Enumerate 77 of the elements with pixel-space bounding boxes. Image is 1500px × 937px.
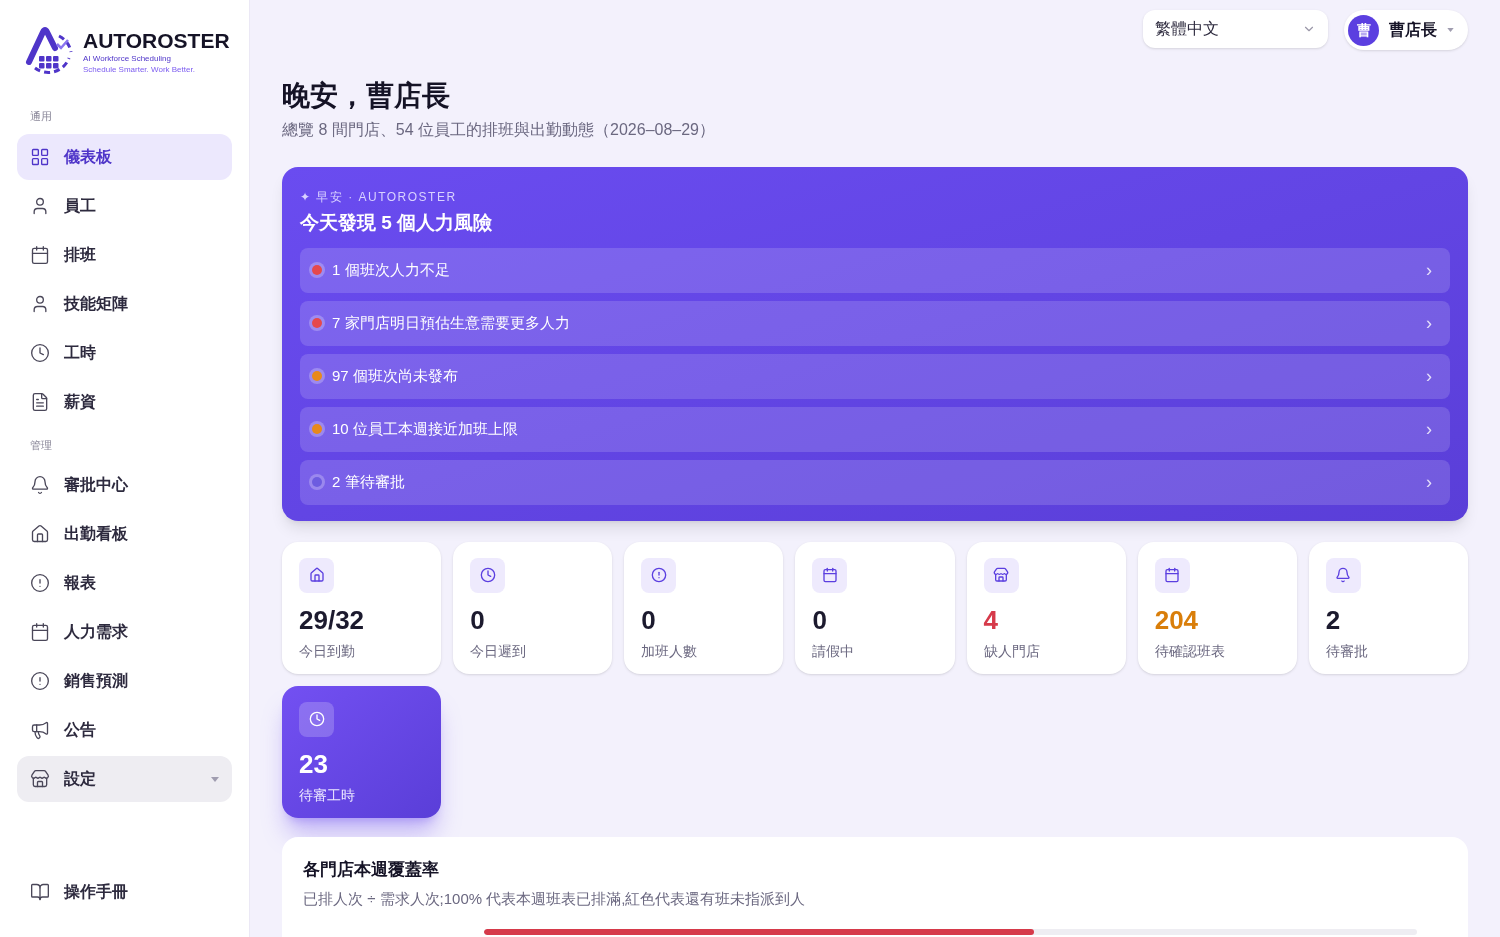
nav-item[interactable]: 審批中心 bbox=[17, 462, 232, 508]
nav-item[interactable]: 報表 bbox=[17, 560, 232, 606]
chevron-icon: › bbox=[1426, 468, 1438, 496]
chevron-icon: › bbox=[1426, 309, 1438, 337]
banner-title: 今天發現 5 個人力風險 bbox=[300, 211, 494, 235]
user-menu[interactable]: 曹 曹店長 bbox=[1344, 10, 1468, 50]
greeting-subtitle: 總覽 8 間門店、54 位員工的排班與出勤動態（2026–08–29） bbox=[282, 120, 716, 140]
stat-label: 待審工時 bbox=[299, 785, 356, 805]
caret-icon bbox=[1447, 28, 1454, 32]
user-avatar: 曹 bbox=[1348, 14, 1379, 46]
document-icon bbox=[30, 391, 50, 412]
chevron-icon: › bbox=[1426, 415, 1438, 443]
section-label: 通用 bbox=[29, 109, 53, 124]
clock-icon bbox=[479, 567, 496, 583]
stat-label: 待確認班表 bbox=[1154, 641, 1226, 661]
alert-icon bbox=[30, 671, 50, 691]
brand-tagline: AI Workforce Scheduling bbox=[83, 53, 172, 64]
manual-link[interactable]: 操作手冊 bbox=[17, 869, 232, 915]
calendar-icon bbox=[30, 244, 50, 265]
coverage-description: 已排人次 ÷ 需求人次;100% 代表本週班表已排滿,紅色代表還有班未指派到人 bbox=[303, 889, 807, 909]
store-icon bbox=[30, 769, 50, 789]
house-icon bbox=[308, 567, 325, 583]
nav-item[interactable]: 薪資 bbox=[17, 378, 232, 425]
brand-slogan: Schedule Smarter. Work Better. bbox=[83, 64, 196, 75]
nav-item[interactable]: 設定 bbox=[17, 756, 232, 802]
brand-name: AUTOROSTER bbox=[83, 29, 230, 53]
chevron-icon: › bbox=[1426, 362, 1438, 390]
chevron-icon: › bbox=[1426, 256, 1438, 284]
clock-icon bbox=[308, 711, 325, 727]
alert-icon bbox=[650, 567, 667, 583]
megaphone-icon bbox=[30, 720, 50, 740]
stat-label: 缺人門店 bbox=[983, 641, 1041, 661]
clock-icon bbox=[30, 342, 50, 363]
calendar-icon bbox=[1164, 567, 1181, 583]
risk-item[interactable]: 7 家門店明日預估生意需要更多人力 › bbox=[300, 300, 1450, 346]
risk-item[interactable]: 1 個班次人力不足 › bbox=[300, 247, 1450, 293]
stat-value: 23 bbox=[299, 747, 329, 781]
house-icon bbox=[30, 524, 50, 544]
nav-item[interactable]: 排班 bbox=[17, 231, 232, 278]
stat-value: 0 bbox=[812, 603, 828, 637]
greeting-title: 晚安，曹店長 bbox=[282, 79, 451, 113]
section-label: 管理 bbox=[29, 437, 53, 453]
book-icon bbox=[30, 882, 50, 902]
nav-item[interactable]: 員工 bbox=[17, 182, 232, 229]
grid-icon bbox=[30, 146, 50, 167]
stat-label: 今日遲到 bbox=[470, 641, 528, 661]
nav-item[interactable]: 銷售預測 bbox=[17, 658, 232, 704]
calendar-icon bbox=[30, 622, 50, 642]
stat-label: 待審批 bbox=[1325, 641, 1369, 661]
user-name: 曹店長 bbox=[1389, 20, 1437, 40]
stat-value: 0 bbox=[470, 603, 486, 637]
stat-label: 請假中 bbox=[812, 641, 856, 661]
stat-value: 0 bbox=[641, 603, 657, 637]
risk-item[interactable]: 2 筆待審批 › bbox=[300, 459, 1450, 505]
stat-label: 今日到勤 bbox=[299, 641, 356, 661]
nav-item[interactable]: 公告 bbox=[17, 707, 232, 753]
alert-icon bbox=[30, 573, 50, 593]
calendar-icon bbox=[821, 567, 838, 583]
language-select[interactable]: 繁體中文 bbox=[1143, 10, 1328, 48]
stat-label: 加班人數 bbox=[641, 641, 699, 661]
stat-value: 4 bbox=[983, 603, 1000, 637]
risk-item[interactable]: 97 個班次尚未發布 › bbox=[300, 353, 1450, 399]
bell-icon bbox=[30, 475, 50, 495]
stat-value: 204 bbox=[1154, 603, 1200, 637]
stat-value: 29/32 bbox=[299, 603, 366, 637]
nav-item[interactable]: 儀表板 bbox=[17, 133, 232, 180]
nav-item[interactable]: 技能矩陣 bbox=[17, 280, 232, 327]
nav-item[interactable]: 出勤看板 bbox=[17, 511, 232, 557]
risk-item[interactable]: 10 位員工本週接近加班上限 › bbox=[300, 406, 1450, 452]
stat-value: 2 bbox=[1325, 603, 1342, 637]
nav-item[interactable]: 人力需求 bbox=[17, 609, 232, 655]
coverage-title: 各門店本週覆蓋率 bbox=[303, 858, 440, 881]
nav-item[interactable]: 工時 bbox=[17, 329, 232, 376]
caret-icon bbox=[211, 776, 219, 782]
banner-eyebrow: ✦ 早安 · AUTOROSTER bbox=[300, 189, 458, 205]
bell-icon bbox=[1335, 567, 1352, 583]
store-icon bbox=[993, 567, 1010, 583]
